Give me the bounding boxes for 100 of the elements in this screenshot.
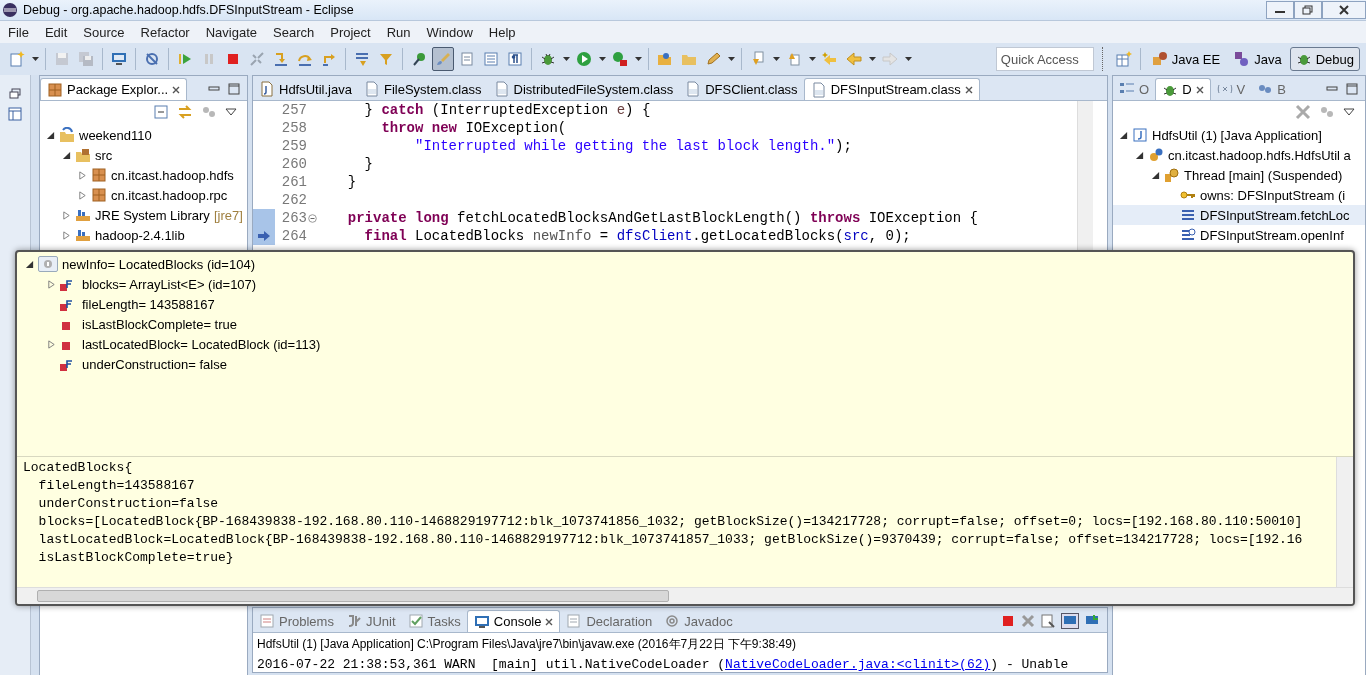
tree-row[interactable]: owns: DFSInputStream (i (1113, 185, 1365, 205)
java-perspective-icon (1234, 51, 1251, 67)
close-icon[interactable] (1195, 85, 1204, 94)
menu-item[interactable]: Refactor (132, 24, 198, 40)
line-number: 259 (281, 137, 307, 155)
brush-icon[interactable] (432, 47, 454, 71)
menu-item[interactable]: Search (265, 24, 323, 40)
detail-text-line: blocks=[LocatedBlock{BP-168439838-192.168.80.110-1468829197712:blk_1073741856_1032; getBlockSize()=134217728; corrupt=false; offset=0; locs=[192.168.80.110:50010] (37, 514, 1303, 529)
restore-window-icon[interactable] (1294, 1, 1322, 19)
class-file-icon (363, 81, 380, 97)
close-window-icon[interactable] (1322, 1, 1366, 19)
view-tab[interactable]: Declaration (560, 610, 659, 632)
expand-arrow-icon[interactable] (62, 150, 71, 160)
tree-row[interactable]: DFSInputStream.fetchLoc (1113, 205, 1365, 225)
view-tab[interactable]: Javadoc (658, 610, 739, 632)
class-file-icon (685, 81, 702, 97)
variable-value: blocks= ArrayList<E> (id=107) (82, 276, 257, 292)
menu-item[interactable]: Source (75, 24, 133, 40)
editor-tab[interactable]: HdfsUtil.java (253, 78, 358, 100)
tree-label: HdfsUtil (1) [Java Application] (1152, 127, 1322, 143)
variable-value: underConstruction= false (82, 356, 227, 372)
circles-icon[interactable] (1319, 104, 1335, 120)
menu-item[interactable]: Navigate (197, 24, 265, 40)
editor-tab[interactable]: FileSystem.class (357, 78, 488, 100)
remove-all-icon[interactable] (1295, 104, 1311, 120)
clear-console-icon[interactable] (1041, 614, 1055, 628)
expand-arrow-icon[interactable] (46, 130, 55, 140)
restore-icon[interactable] (8, 87, 22, 101)
project-icon (59, 127, 75, 143)
fold-minus-icon[interactable] (308, 213, 317, 223)
quick-access-field[interactable]: Quick Access (995, 47, 1094, 71)
editor-tab[interactable]: DFSInputStream.class (803, 78, 980, 100)
eclipse-logo-icon (2, 2, 18, 18)
code-line: throw new IOException( (380, 120, 567, 136)
perspective-button[interactable]: Java EE (1145, 47, 1227, 71)
view-tab[interactable]: D (1155, 78, 1211, 100)
view-tab[interactable]: B (1251, 78, 1292, 100)
tree-row[interactable]: DFSInputStream.openInf (1113, 225, 1365, 245)
variable-value: isLastBlockComplete= true (82, 316, 237, 332)
close-icon[interactable] (964, 85, 973, 94)
menu-item[interactable]: File (0, 24, 37, 40)
maximize-icon[interactable] (227, 82, 241, 96)
code-line: "Interrupted while getting the last block length."); (414, 138, 852, 154)
view-layout-icon[interactable] (8, 107, 22, 121)
line-number: 258 (281, 119, 307, 137)
stack-frame-icon (1180, 207, 1196, 223)
expand-arrow-icon[interactable] (1119, 130, 1128, 140)
code-line: private long fetchLocatedBlocksAndGetLastBlockLength() throws IOException { (346, 210, 978, 226)
stop-icon[interactable] (1001, 614, 1015, 628)
view-menu-icon[interactable] (1343, 107, 1355, 117)
tree-label: src (95, 147, 113, 163)
editor-tab[interactable]: DistributedFileSystem.class (487, 78, 680, 100)
view-tab[interactable]: Console (466, 610, 561, 632)
line-number: 260 (281, 155, 307, 173)
detail-text-line: isLastBlockComplete=true} (37, 550, 234, 565)
source-link[interactable]: NativeCodeLoader.java:<clinit>(62) (725, 657, 991, 672)
tree-row[interactable]: HdfsUtil (1) [Java Application] (1113, 125, 1365, 145)
link-arrows-icon[interactable] (177, 104, 193, 120)
view-tab[interactable]: Problems (253, 610, 340, 632)
menu-item[interactable]: Help (480, 24, 524, 40)
view-tab[interactable]: V (1210, 78, 1252, 100)
minimize-window-icon[interactable] (1266, 1, 1294, 19)
stack-frame-icon (1180, 227, 1196, 243)
line-number: 264 (281, 227, 307, 245)
view-menu-icon[interactable] (225, 107, 237, 117)
variable-value: lastLocatedBlock= LocatedBlock (id=113) (82, 336, 321, 352)
detail-text-line: underConstruction=false (37, 496, 219, 511)
expand-arrow-icon[interactable] (1135, 150, 1144, 160)
library-icon (75, 207, 91, 223)
close-icon[interactable] (545, 617, 554, 626)
tree-row[interactable]: Thread [main] (Suspended) (1113, 165, 1365, 185)
tree-label: cn.itcast.hadoop.rpc (111, 187, 228, 203)
menu-item[interactable]: Run (378, 24, 419, 40)
maximize-icon[interactable] (1345, 82, 1359, 96)
perspective-button[interactable]: Java (1228, 47, 1288, 71)
pin-console-icon[interactable] (1061, 613, 1079, 629)
menu-item[interactable]: Window (418, 24, 481, 40)
scrollbar[interactable] (17, 587, 1353, 604)
scrollbar[interactable] (1336, 457, 1353, 587)
tree-decoration: [jre7] (213, 207, 243, 223)
editor-tab[interactable]: DFSClient.class (679, 78, 804, 100)
view-tab[interactable]: JUnit (339, 610, 402, 632)
view-tab[interactable]: O (1113, 78, 1156, 100)
tree-row[interactable]: cn.itcast.hadoop.hdfs.HdfsUtil a (1113, 145, 1365, 165)
menu-item[interactable]: Project (322, 24, 379, 40)
perspective-button[interactable]: Debug (1289, 47, 1360, 71)
collapse-all-icon[interactable] (153, 104, 169, 120)
gears-icon (1148, 147, 1164, 163)
view-tab[interactable]: Tasks (401, 610, 467, 632)
tree-label: JRE System Library (95, 207, 210, 223)
remove-icon[interactable] (1021, 614, 1035, 628)
expand-arrow-icon[interactable] (25, 259, 34, 269)
view-tab[interactable]: Package Explor... (40, 78, 188, 100)
circles-icon[interactable] (201, 104, 217, 120)
tree-label: cn.itcast.hadoop.hdfs (111, 167, 234, 183)
menu-item[interactable]: Edit (36, 24, 76, 40)
expand-arrow-icon[interactable] (1151, 170, 1160, 180)
detail-text-line: LocatedBlocks{ (23, 460, 133, 475)
library-icon (75, 227, 91, 243)
close-icon[interactable] (172, 85, 181, 94)
